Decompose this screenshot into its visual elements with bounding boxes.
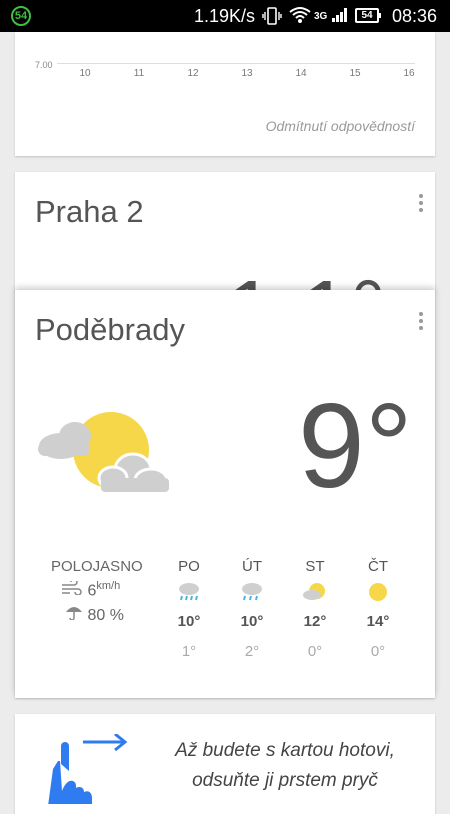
wifi-icon (289, 6, 311, 29)
day-low: 1° (181, 643, 197, 660)
vibrate-icon (262, 6, 282, 31)
day-high: 14° (366, 613, 390, 630)
swipe-hint-card[interactable]: Až budete s kartou hotovi, odsuňte ji pr… (15, 714, 435, 814)
city-title: Poděbrady (35, 312, 185, 347)
day-name: ST (305, 558, 325, 575)
day-low: 2° (244, 643, 260, 660)
status-bar: 54 1.19K/s 3G 54 08:36 (0, 0, 450, 32)
battery-icon: 54 (355, 8, 381, 23)
chart-x-tick: 10 (79, 68, 91, 79)
chart-baseline (57, 63, 415, 64)
overflow-menu-icon[interactable] (419, 194, 423, 215)
day-low: 0° (370, 643, 386, 660)
forecast-day: ST 12° 0° (293, 558, 337, 660)
clock: 08:36 (392, 6, 438, 26)
overflow-menu-icon[interactable] (419, 312, 423, 333)
hint-line-1: Až budete s kartou hotovi, (175, 740, 395, 761)
partly-cloudy-icon (293, 581, 337, 603)
day-low: 0° (307, 643, 323, 660)
current-temperature: 9° (298, 379, 413, 513)
weather-card-praha[interactable]: Praha 2 1 1° (15, 172, 435, 292)
forecast-day: ÚT 10° 2° (230, 558, 274, 660)
chart-card[interactable]: 7.00 10 11 12 13 14 15 16 Odmítnutí odpo… (15, 32, 435, 156)
rain-cloud-icon (230, 581, 274, 603)
day-high: 12° (303, 613, 327, 630)
chart-x-tick: 12 (187, 68, 199, 79)
temperature-partial: 1 1° (225, 268, 386, 292)
chart-x-tick: 13 (241, 68, 253, 79)
condition-label: POLOJASNO (51, 558, 143, 575)
wind-unit: km/h (96, 580, 121, 592)
day-high: 10° (240, 613, 264, 630)
chart-x-tick: 14 (295, 68, 307, 79)
sun-icon (356, 581, 400, 603)
chart-x-tick: 11 (133, 68, 145, 79)
disclaimer-link[interactable]: Odmítnutí odpovědností (266, 118, 415, 134)
wind-info: 6km/h (61, 578, 121, 600)
rain-chance: 80 % (87, 607, 124, 624)
swipe-hint-text: Až budete s kartou hotovi, odsuňte ji pr… (155, 736, 415, 796)
swipe-hand-icon (43, 732, 133, 814)
day-name: ÚT (242, 558, 262, 575)
chart-x-tick: 15 (349, 68, 361, 79)
signal-icon (332, 8, 348, 27)
network-type: 3G (314, 11, 328, 22)
day-name: PO (178, 558, 200, 575)
city-title: Praha 2 (35, 194, 144, 229)
forecast-day: ČT 14° 0° (356, 558, 400, 660)
chart-x-tick: 16 (403, 68, 415, 79)
weather-card-podebrady[interactable]: Poděbrady 9° POLOJASNO 6km/h 80 % PO 10°… (15, 290, 435, 698)
day-name: ČT (368, 558, 388, 575)
wind-icon (61, 578, 87, 599)
rain-cloud-icon (167, 581, 211, 603)
chart-y-label: 7.00 (35, 60, 53, 70)
rain-info: 80 % (65, 604, 124, 625)
forecast-day: PO 10° 1° (167, 558, 211, 660)
net-speed: 1.19K/s (194, 6, 256, 26)
notification-badge: 54 (11, 6, 31, 26)
partly-cloudy-icon (33, 408, 173, 503)
day-high: 10° (177, 613, 201, 630)
umbrella-icon (65, 607, 87, 624)
hint-line-2: odsuňte ji prstem pryč (192, 770, 378, 791)
